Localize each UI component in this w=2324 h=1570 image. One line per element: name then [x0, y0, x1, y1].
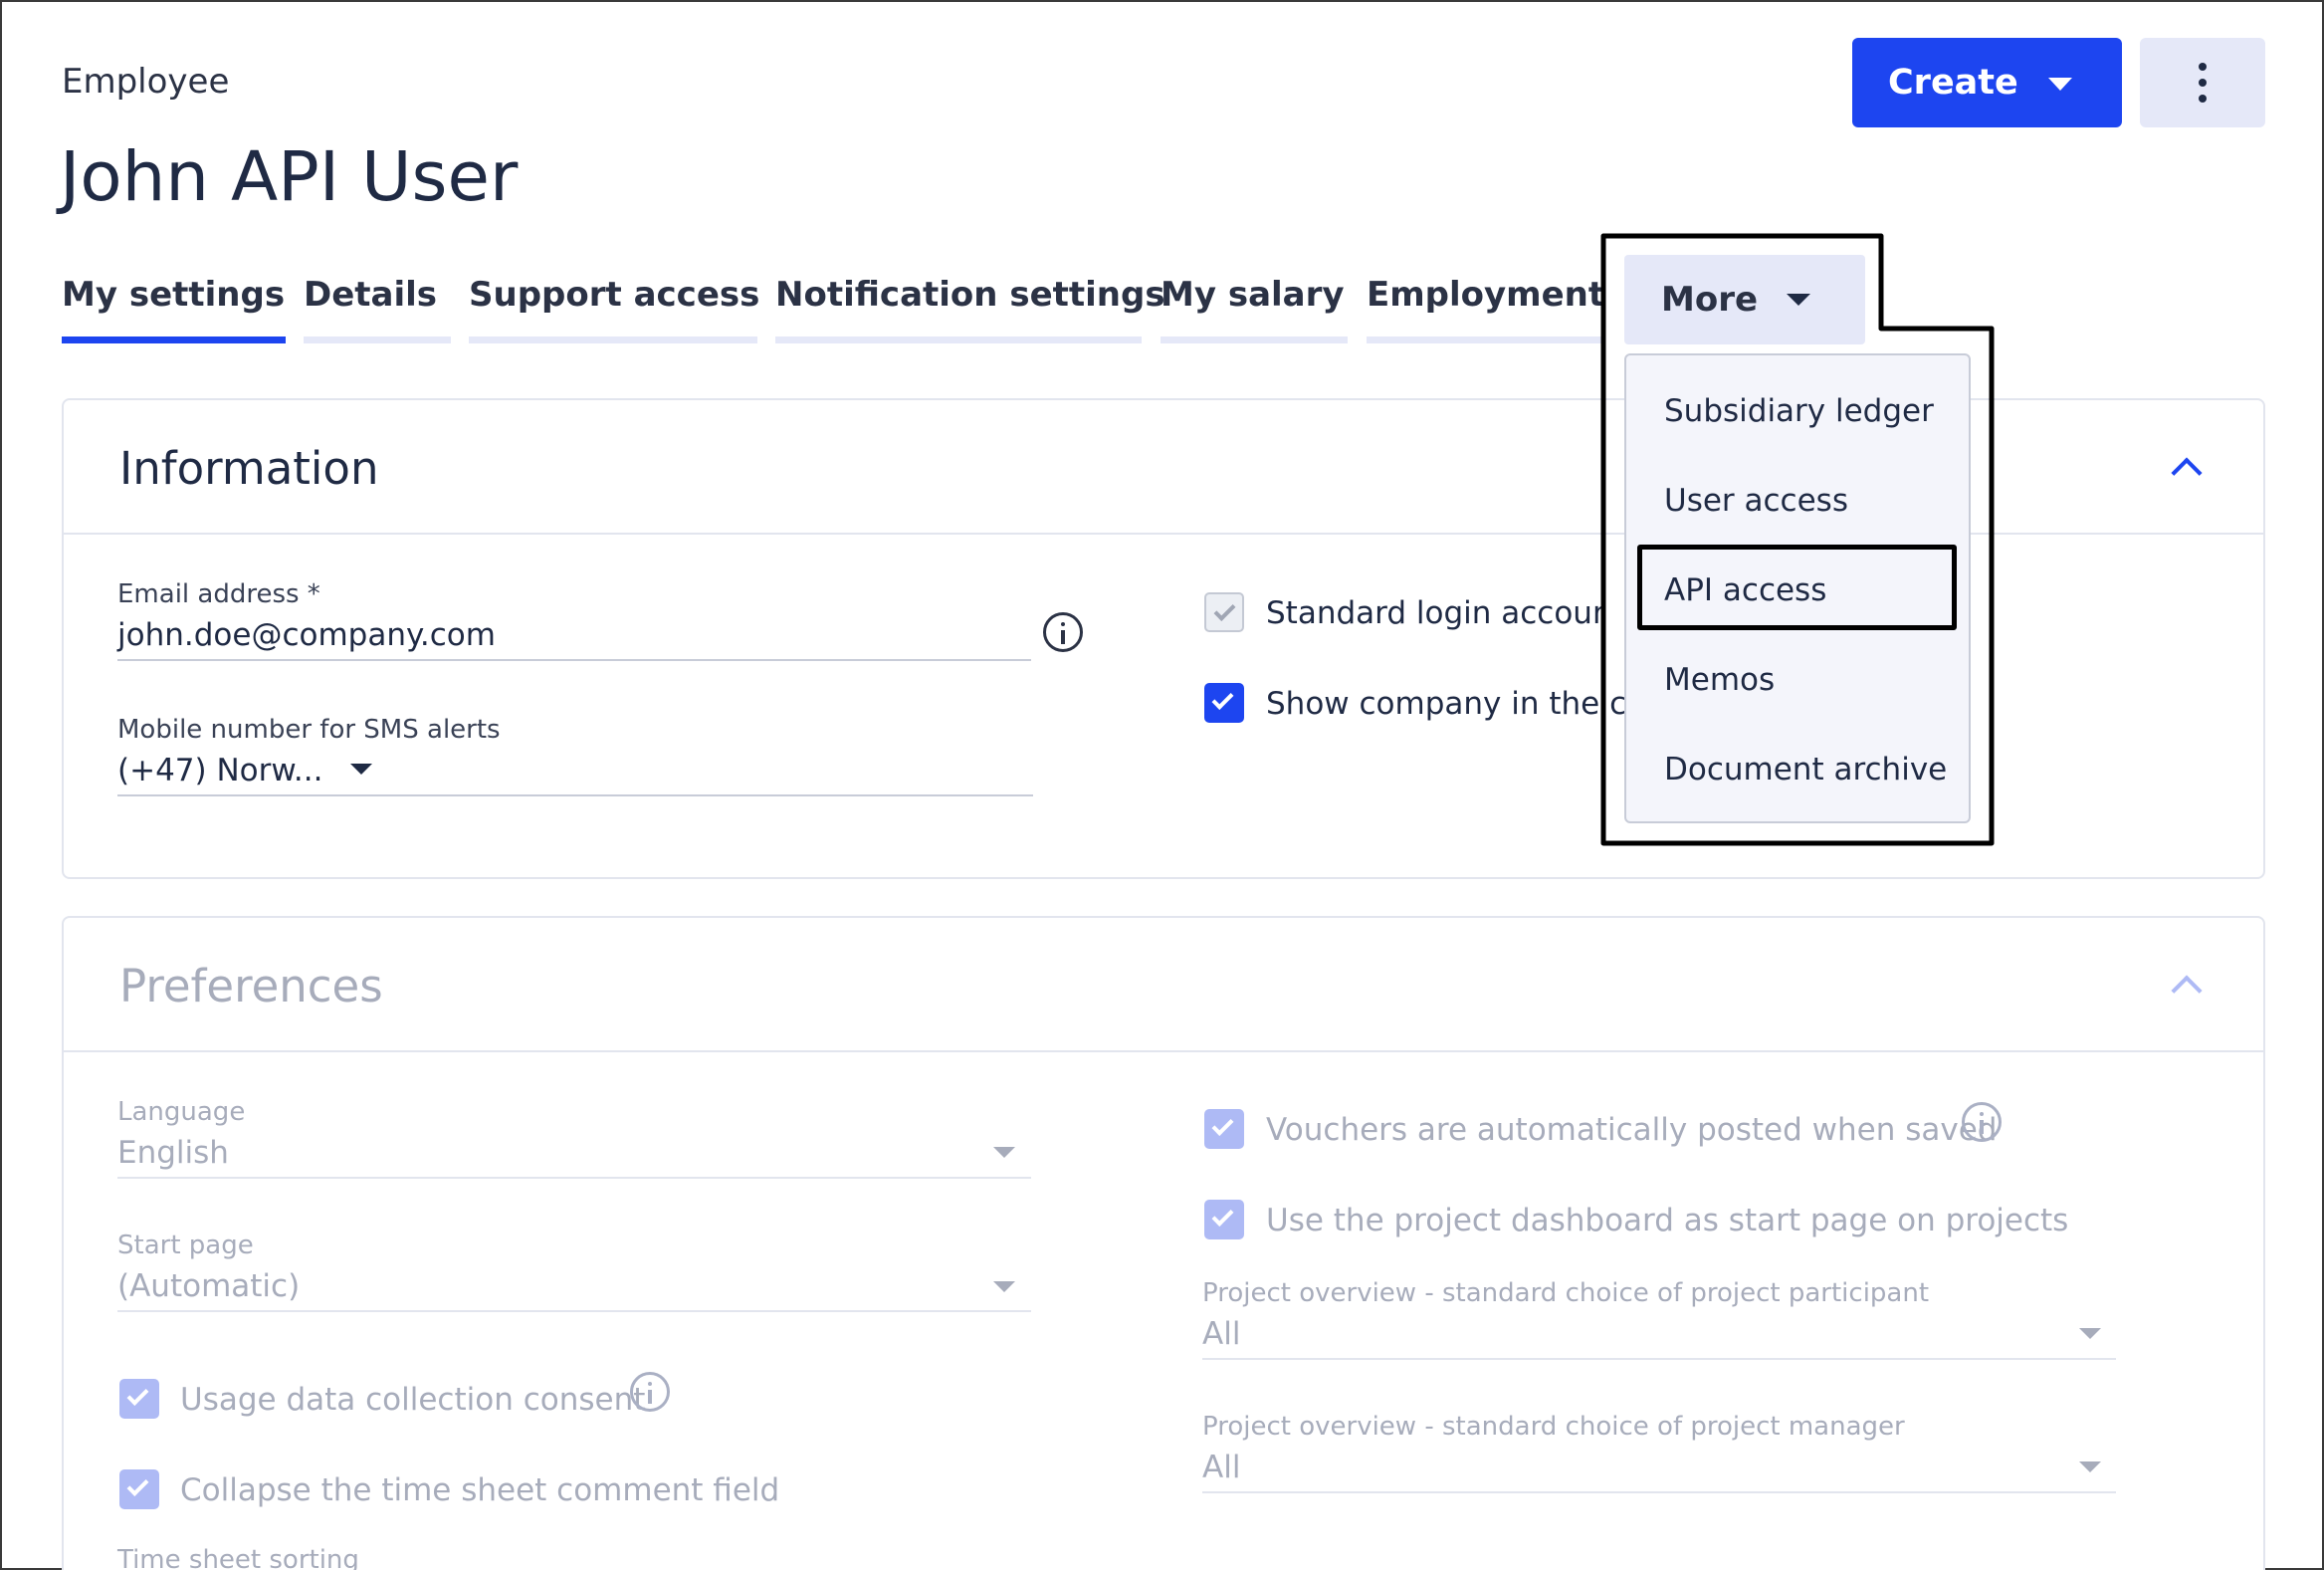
- callout-outline: [1600, 233, 1995, 846]
